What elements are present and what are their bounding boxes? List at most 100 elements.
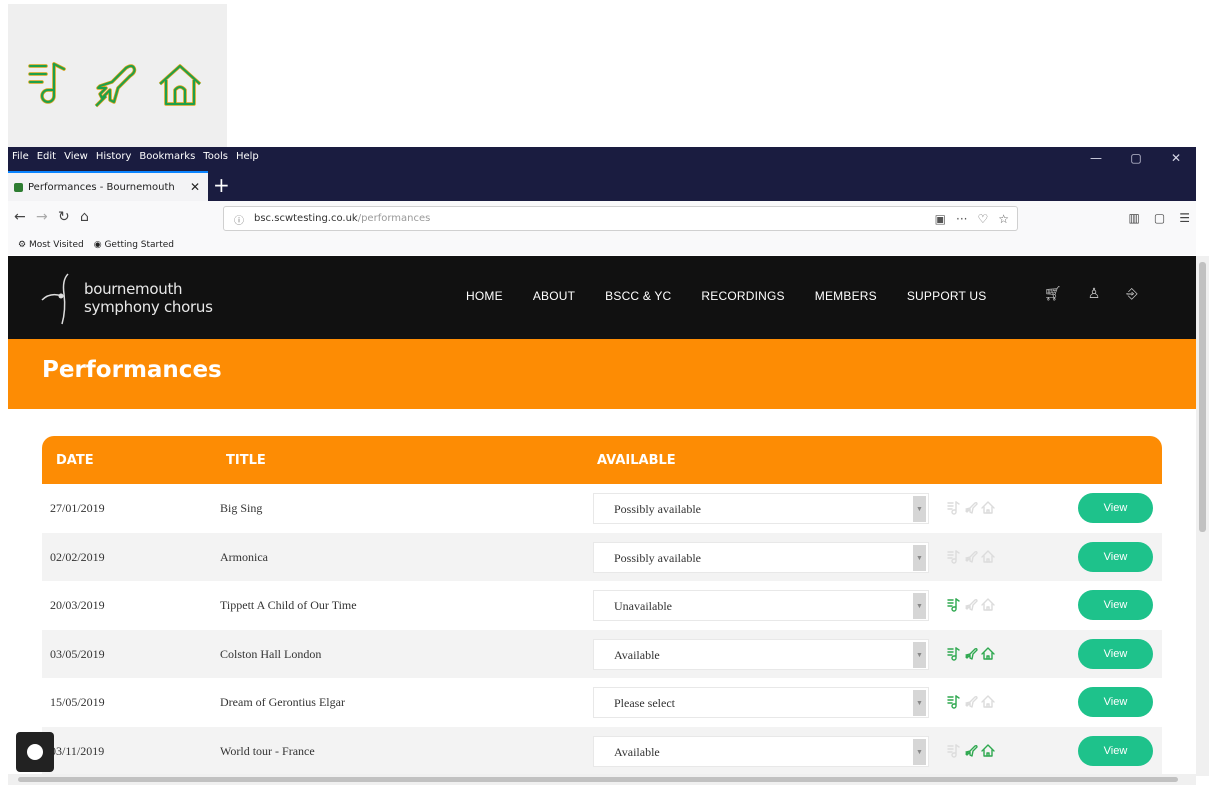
availability-select[interactable]: Please select ▼ bbox=[593, 687, 929, 718]
table-row: 27/01/2019 Big Sing Possibly available ▼ Vie… bbox=[42, 484, 1162, 533]
sidebar-icon[interactable]: ▢ bbox=[1154, 211, 1165, 225]
logout-icon[interactable]: ⎆ bbox=[1126, 286, 1137, 302]
horizontal-scrollbar[interactable] bbox=[8, 774, 1196, 785]
nav-members[interactable]: MEMBERS bbox=[815, 289, 877, 303]
reload-icon[interactable]: ↻ bbox=[58, 209, 70, 225]
table-row: 15/05/2019 Dream of Gerontius Elgar Please… bbox=[42, 678, 1162, 727]
chevron-down-icon[interactable]: ▼ bbox=[913, 593, 926, 619]
chevron-down-icon[interactable]: ▼ bbox=[913, 496, 926, 522]
cookie-icon bbox=[27, 744, 43, 760]
row-title: Big Sing bbox=[220, 501, 263, 515]
nav-recordings[interactable]: RECORDINGS bbox=[701, 289, 784, 303]
user-icon[interactable]: ♙ bbox=[1088, 286, 1101, 302]
web-page: bournemouth symphony chorus HOME ABOUT BSC… bbox=[8, 256, 1196, 785]
view-button[interactable]: View bbox=[1078, 735, 1153, 766]
availability-select[interactable]: Possibly available ▼ bbox=[593, 493, 929, 524]
chevron-down-icon[interactable]: ▼ bbox=[913, 544, 926, 571]
availability-select[interactable]: Available ▼ bbox=[593, 735, 929, 767]
table-row: 20/03/2019 Tippett A Child of Our Time Una… bbox=[42, 581, 1162, 630]
minimize-icon[interactable]: — bbox=[1076, 147, 1116, 169]
view-button[interactable]: View bbox=[1078, 493, 1153, 523]
url-text: bsc.scwtesting.co.uk/performances bbox=[254, 213, 431, 224]
menu-icon[interactable]: ☰ bbox=[1179, 211, 1190, 225]
library-icon[interactable]: ▥ bbox=[1129, 211, 1140, 225]
table-row: 03/05/2019 Colston Hall London Available ▼ V… bbox=[42, 629, 1162, 678]
url-bar[interactable]: ⓘ bsc.scwtesting.co.uk/performances ▣ ···… bbox=[223, 206, 1018, 231]
logo-line1: bournemouth bbox=[84, 280, 183, 298]
home-icon bbox=[156, 58, 206, 112]
tab-performances[interactable]: Performances - Bournemouth ✕ bbox=[8, 171, 208, 201]
status-legend bbox=[8, 4, 227, 147]
performances-table: DATE TITLE AVAILABLE 27/01/2019 Big Sing P… bbox=[42, 436, 1162, 775]
status-icons bbox=[947, 500, 995, 519]
forward-icon[interactable]: → bbox=[36, 209, 48, 225]
maximize-icon[interactable]: ▢ bbox=[1116, 147, 1156, 169]
back-icon[interactable]: ← bbox=[14, 209, 26, 225]
main-nav: HOME ABOUT BSCC & YC RECORDINGS MEMBERS SUPPO… bbox=[466, 289, 1016, 303]
home-icon[interactable]: ⌂ bbox=[80, 209, 89, 225]
horizontal-scroll-thumb[interactable] bbox=[18, 777, 1178, 782]
row-title: Dream of Gerontius Elgar bbox=[220, 695, 345, 709]
availability-value: Possibly available bbox=[614, 550, 701, 565]
new-tab-button[interactable]: + bbox=[213, 173, 230, 197]
menu-bookmarks[interactable]: Bookmarks bbox=[139, 151, 195, 162]
nav-about[interactable]: ABOUT bbox=[533, 289, 575, 303]
vertical-scroll-thumb[interactable] bbox=[1199, 262, 1206, 532]
row-title: Colston Hall London bbox=[220, 646, 322, 661]
menu-edit[interactable]: Edit bbox=[37, 151, 56, 162]
music-note-icon bbox=[947, 597, 961, 616]
row-date: 03/05/2019 bbox=[50, 646, 105, 661]
nav-bscc-yc[interactable]: BSCC & YC bbox=[605, 289, 671, 303]
menu-bar: File Edit View History Bookmarks Tools Help — ▢… bbox=[8, 147, 1196, 169]
menu-view[interactable]: View bbox=[64, 151, 88, 162]
row-date: 27/01/2019 bbox=[50, 501, 105, 515]
close-icon[interactable]: ✕ bbox=[1156, 147, 1196, 169]
info-icon[interactable]: ⓘ bbox=[234, 212, 244, 227]
header-available: AVAILABLE bbox=[597, 453, 676, 468]
reader-icon[interactable]: ▣ bbox=[935, 212, 946, 226]
view-button[interactable]: View bbox=[1078, 590, 1153, 620]
availability-select[interactable]: Unavailable ▼ bbox=[593, 590, 929, 621]
view-button[interactable]: View bbox=[1078, 541, 1153, 572]
bookmark-star-icon[interactable]: ☆ bbox=[998, 212, 1009, 226]
plane-icon bbox=[964, 549, 978, 568]
availability-value: Unavailable bbox=[614, 599, 672, 613]
vertical-scrollbar[interactable] bbox=[1196, 256, 1209, 776]
tab-close-icon[interactable]: ✕ bbox=[190, 180, 200, 194]
logo-mark-icon bbox=[41, 273, 69, 325]
cookie-settings-button[interactable] bbox=[16, 732, 54, 772]
row-date: 03/11/2019 bbox=[50, 743, 105, 758]
table-row: 03/11/2019 World tour - France Available ▼ V… bbox=[42, 726, 1162, 775]
music-note-icon bbox=[26, 58, 76, 112]
availability-value: Available bbox=[614, 647, 660, 662]
home-icon bbox=[981, 549, 995, 568]
tab-title: Performances - Bournemouth bbox=[28, 181, 175, 193]
status-icons bbox=[947, 597, 995, 616]
bookmark-most-visited[interactable]: ⚙ Most Visited bbox=[18, 240, 84, 250]
view-button[interactable]: View bbox=[1078, 638, 1153, 669]
chevron-down-icon[interactable]: ▼ bbox=[913, 690, 926, 716]
bookmarks-bar: ⚙ Most Visited ◉ Getting Started bbox=[8, 235, 1196, 255]
availability-value: Available bbox=[614, 744, 660, 759]
menu-file[interactable]: File bbox=[12, 151, 29, 162]
nav-home[interactable]: HOME bbox=[466, 289, 503, 303]
pocket-icon[interactable]: ♡ bbox=[977, 212, 988, 226]
nav-support-us[interactable]: SUPPORT US bbox=[907, 289, 987, 303]
home-icon bbox=[981, 694, 995, 713]
row-date: 02/02/2019 bbox=[50, 549, 105, 564]
status-icons bbox=[947, 549, 995, 568]
availability-select[interactable]: Available ▼ bbox=[593, 638, 929, 670]
availability-value: Please select bbox=[614, 696, 675, 710]
menu-history[interactable]: History bbox=[96, 151, 132, 162]
menu-help[interactable]: Help bbox=[236, 151, 259, 162]
bookmark-getting-started[interactable]: ◉ Getting Started bbox=[94, 240, 174, 250]
cart-icon[interactable]: 🛒︎ bbox=[1044, 286, 1062, 302]
chevron-down-icon[interactable]: ▼ bbox=[913, 738, 926, 765]
view-button[interactable]: View bbox=[1078, 687, 1153, 717]
chevron-down-icon[interactable]: ▼ bbox=[913, 641, 926, 668]
menu-tools[interactable]: Tools bbox=[203, 151, 228, 162]
availability-select[interactable]: Possibly available ▼ bbox=[593, 541, 929, 573]
more-icon[interactable]: ··· bbox=[956, 212, 967, 226]
site-logo[interactable]: bournemouth symphony chorus bbox=[40, 270, 230, 326]
status-icons bbox=[947, 646, 995, 665]
